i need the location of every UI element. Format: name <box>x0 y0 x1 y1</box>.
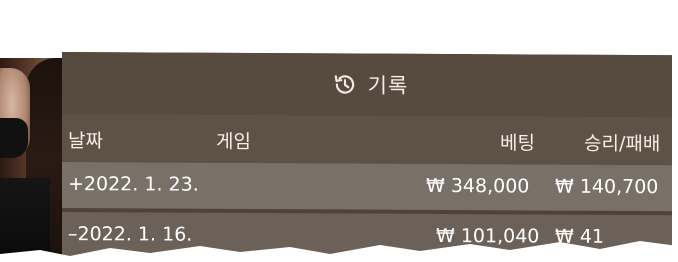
history-title: 기록 <box>367 73 409 98</box>
column-bet: 베팅 <box>500 132 535 155</box>
table-header: 날짜 게임 베팅 승리/패배 <box>62 114 678 166</box>
row-bet: ₩ 348,000 <box>426 174 530 198</box>
torn-bottom-edge <box>0 241 678 262</box>
top-margin <box>0 0 678 52</box>
column-game: 게임 <box>216 130 251 153</box>
column-date: 날짜 <box>68 130 103 153</box>
row-result: ₩ 140,700 <box>555 175 659 199</box>
column-result: 승리/패배 <box>584 132 661 156</box>
history-row[interactable]: +2022. 1. 23. ₩ 348,000 ₩ 140,700 <box>62 162 678 212</box>
history-icon <box>334 75 354 94</box>
right-margin <box>672 0 678 262</box>
history-panel: 기록 날짜 게임 베팅 승리/패배 +2022. 1. 23. ₩ 348,00… <box>62 52 678 262</box>
row-date: +2022. 1. 23. <box>68 173 199 196</box>
history-header: 기록 <box>62 52 678 118</box>
screen: 기록 날짜 게임 베팅 승리/패배 +2022. 1. 23. ₩ 348,00… <box>0 0 678 262</box>
